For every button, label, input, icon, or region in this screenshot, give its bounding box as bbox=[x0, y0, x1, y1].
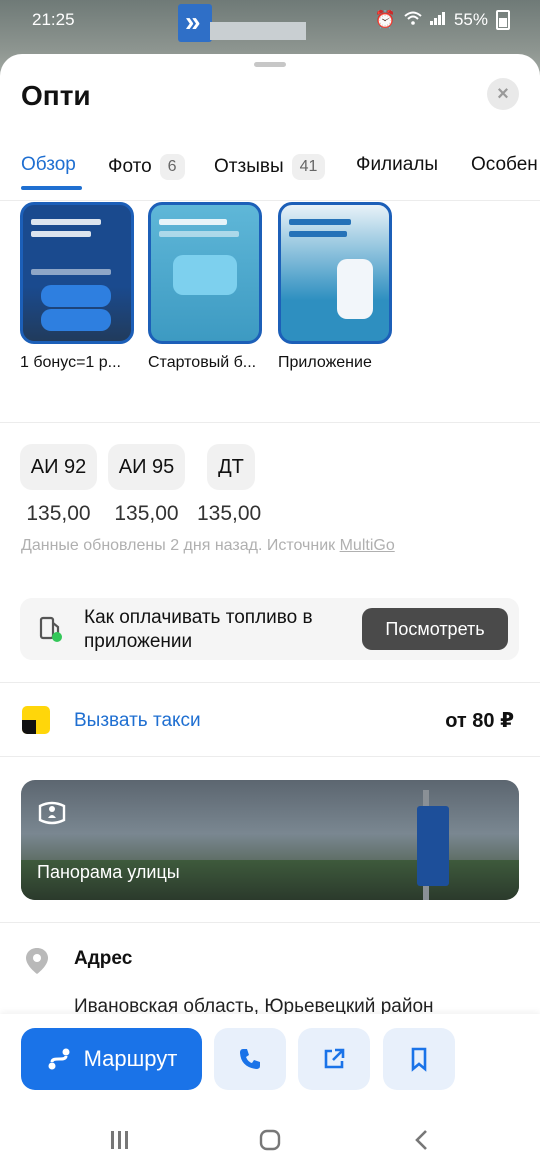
fuel-item-dt[interactable]: ДТ 135,00 bbox=[197, 444, 261, 526]
bookmark-button[interactable] bbox=[383, 1028, 455, 1090]
recent-apps-icon[interactable] bbox=[100, 1124, 140, 1156]
tab-overview[interactable]: Обзор bbox=[21, 154, 76, 176]
page-title: Опти bbox=[21, 80, 91, 111]
section-divider bbox=[0, 922, 540, 923]
active-tab-indicator bbox=[21, 186, 82, 190]
fuel-prices: АИ 92 135,00 АИ 95 135,00 ДТ 135,00 bbox=[20, 444, 261, 526]
call-button[interactable] bbox=[214, 1028, 286, 1090]
panorama-icon bbox=[38, 801, 66, 825]
panorama-price-sign bbox=[417, 806, 449, 886]
tab-count-badge: 6 bbox=[159, 154, 185, 180]
fuel-pump-icon bbox=[39, 616, 62, 642]
battery-icon bbox=[496, 10, 510, 30]
drag-handle[interactable] bbox=[254, 62, 286, 67]
tab-label: Фото bbox=[108, 156, 152, 177]
close-icon: × bbox=[497, 82, 509, 105]
route-label: Маршрут bbox=[83, 1046, 178, 1071]
share-icon bbox=[324, 1048, 345, 1069]
promo-item[interactable]: Приложение bbox=[278, 202, 392, 372]
tab-features[interactable]: Особен bbox=[471, 154, 538, 176]
view-payment-button[interactable]: Посмотреть bbox=[362, 608, 508, 650]
source-link[interactable]: MultiGo bbox=[340, 537, 395, 554]
tab-label: Отзывы bbox=[214, 156, 284, 177]
tab-count-badge: 41 bbox=[291, 154, 326, 180]
system-nav-bar bbox=[0, 1110, 540, 1170]
route-button[interactable]: Маршрут bbox=[21, 1028, 202, 1090]
location-pin-icon bbox=[26, 948, 48, 974]
tab-bar: Обзор Фото 6 Отзывы 41 Филиалы Особен bbox=[0, 150, 540, 201]
status-bar: 21:25 ⏰ 55% bbox=[0, 0, 540, 40]
promo-item[interactable]: Стартовый б... bbox=[148, 202, 262, 372]
section-divider bbox=[0, 756, 540, 757]
yandex-taxi-icon bbox=[22, 706, 50, 734]
promo-item[interactable]: 1 бонус=1 р... bbox=[20, 202, 134, 372]
battery-percent: 55% bbox=[453, 10, 488, 29]
promo-image bbox=[148, 202, 262, 344]
promo-caption: 1 бонус=1 р... bbox=[20, 354, 121, 371]
promo-caption: Приложение bbox=[278, 354, 372, 371]
fuel-item-ai92[interactable]: АИ 92 135,00 bbox=[20, 444, 97, 526]
panorama-label: Панорама улицы bbox=[37, 862, 180, 882]
fuel-price: 135,00 bbox=[197, 502, 262, 525]
fuel-price: 135,00 bbox=[114, 502, 179, 525]
promo-image bbox=[278, 202, 392, 344]
fuel-price: 135,00 bbox=[26, 502, 91, 525]
taxi-price: от 80 ₽ bbox=[445, 710, 514, 732]
fuel-type-chip: ДТ bbox=[207, 444, 255, 490]
alarm-icon: ⏰ bbox=[374, 10, 396, 29]
section-divider bbox=[0, 682, 540, 683]
fuel-type-chip: АИ 95 bbox=[108, 444, 185, 490]
fuel-item-ai95[interactable]: АИ 95 135,00 bbox=[108, 444, 185, 526]
promo-image bbox=[20, 202, 134, 344]
tab-branches[interactable]: Филиалы bbox=[356, 154, 438, 176]
tab-reviews[interactable]: Отзывы 41 bbox=[214, 154, 326, 180]
bookmark-icon bbox=[411, 1047, 427, 1072]
taxi-row[interactable]: Вызвать такси от 80 ₽ bbox=[0, 684, 540, 756]
place-card-sheet: Опти × Обзор Фото 6 Отзывы 41 Филиалы Ос… bbox=[0, 54, 540, 1170]
status-time: 21:25 bbox=[32, 10, 75, 29]
payment-text: Как оплачивать топливо в приложении bbox=[84, 607, 313, 652]
wifi-icon bbox=[404, 10, 422, 30]
home-icon[interactable] bbox=[250, 1124, 290, 1156]
tab-label: Филиалы bbox=[356, 154, 439, 175]
updated-text: Данные обновлены 2 дня назад. Источник bbox=[21, 537, 340, 554]
promo-caption: Стартовый б... bbox=[148, 354, 257, 371]
back-icon[interactable] bbox=[402, 1124, 442, 1156]
street-panorama[interactable]: Панорама улицы bbox=[21, 780, 519, 900]
fuel-type-chip: АИ 92 bbox=[20, 444, 97, 490]
close-button[interactable]: × bbox=[487, 78, 519, 110]
share-button[interactable] bbox=[298, 1028, 370, 1090]
tab-photo[interactable]: Фото 6 bbox=[108, 154, 185, 180]
payment-banner: Как оплачивать топливо в приложении Посм… bbox=[20, 598, 519, 660]
phone-icon bbox=[240, 1049, 260, 1069]
fuel-updated-note: Данные обновлены 2 дня назад. Источник M… bbox=[21, 537, 395, 555]
taxi-label: Вызвать такси bbox=[74, 710, 201, 731]
section-divider bbox=[0, 422, 540, 423]
address-label: Адрес bbox=[74, 948, 133, 969]
tab-label: Особен bbox=[471, 154, 538, 175]
route-icon bbox=[48, 1048, 70, 1070]
signal-icon bbox=[429, 10, 446, 30]
tab-label: Обзор bbox=[21, 154, 76, 175]
action-bar: Маршрут bbox=[0, 1014, 540, 1170]
